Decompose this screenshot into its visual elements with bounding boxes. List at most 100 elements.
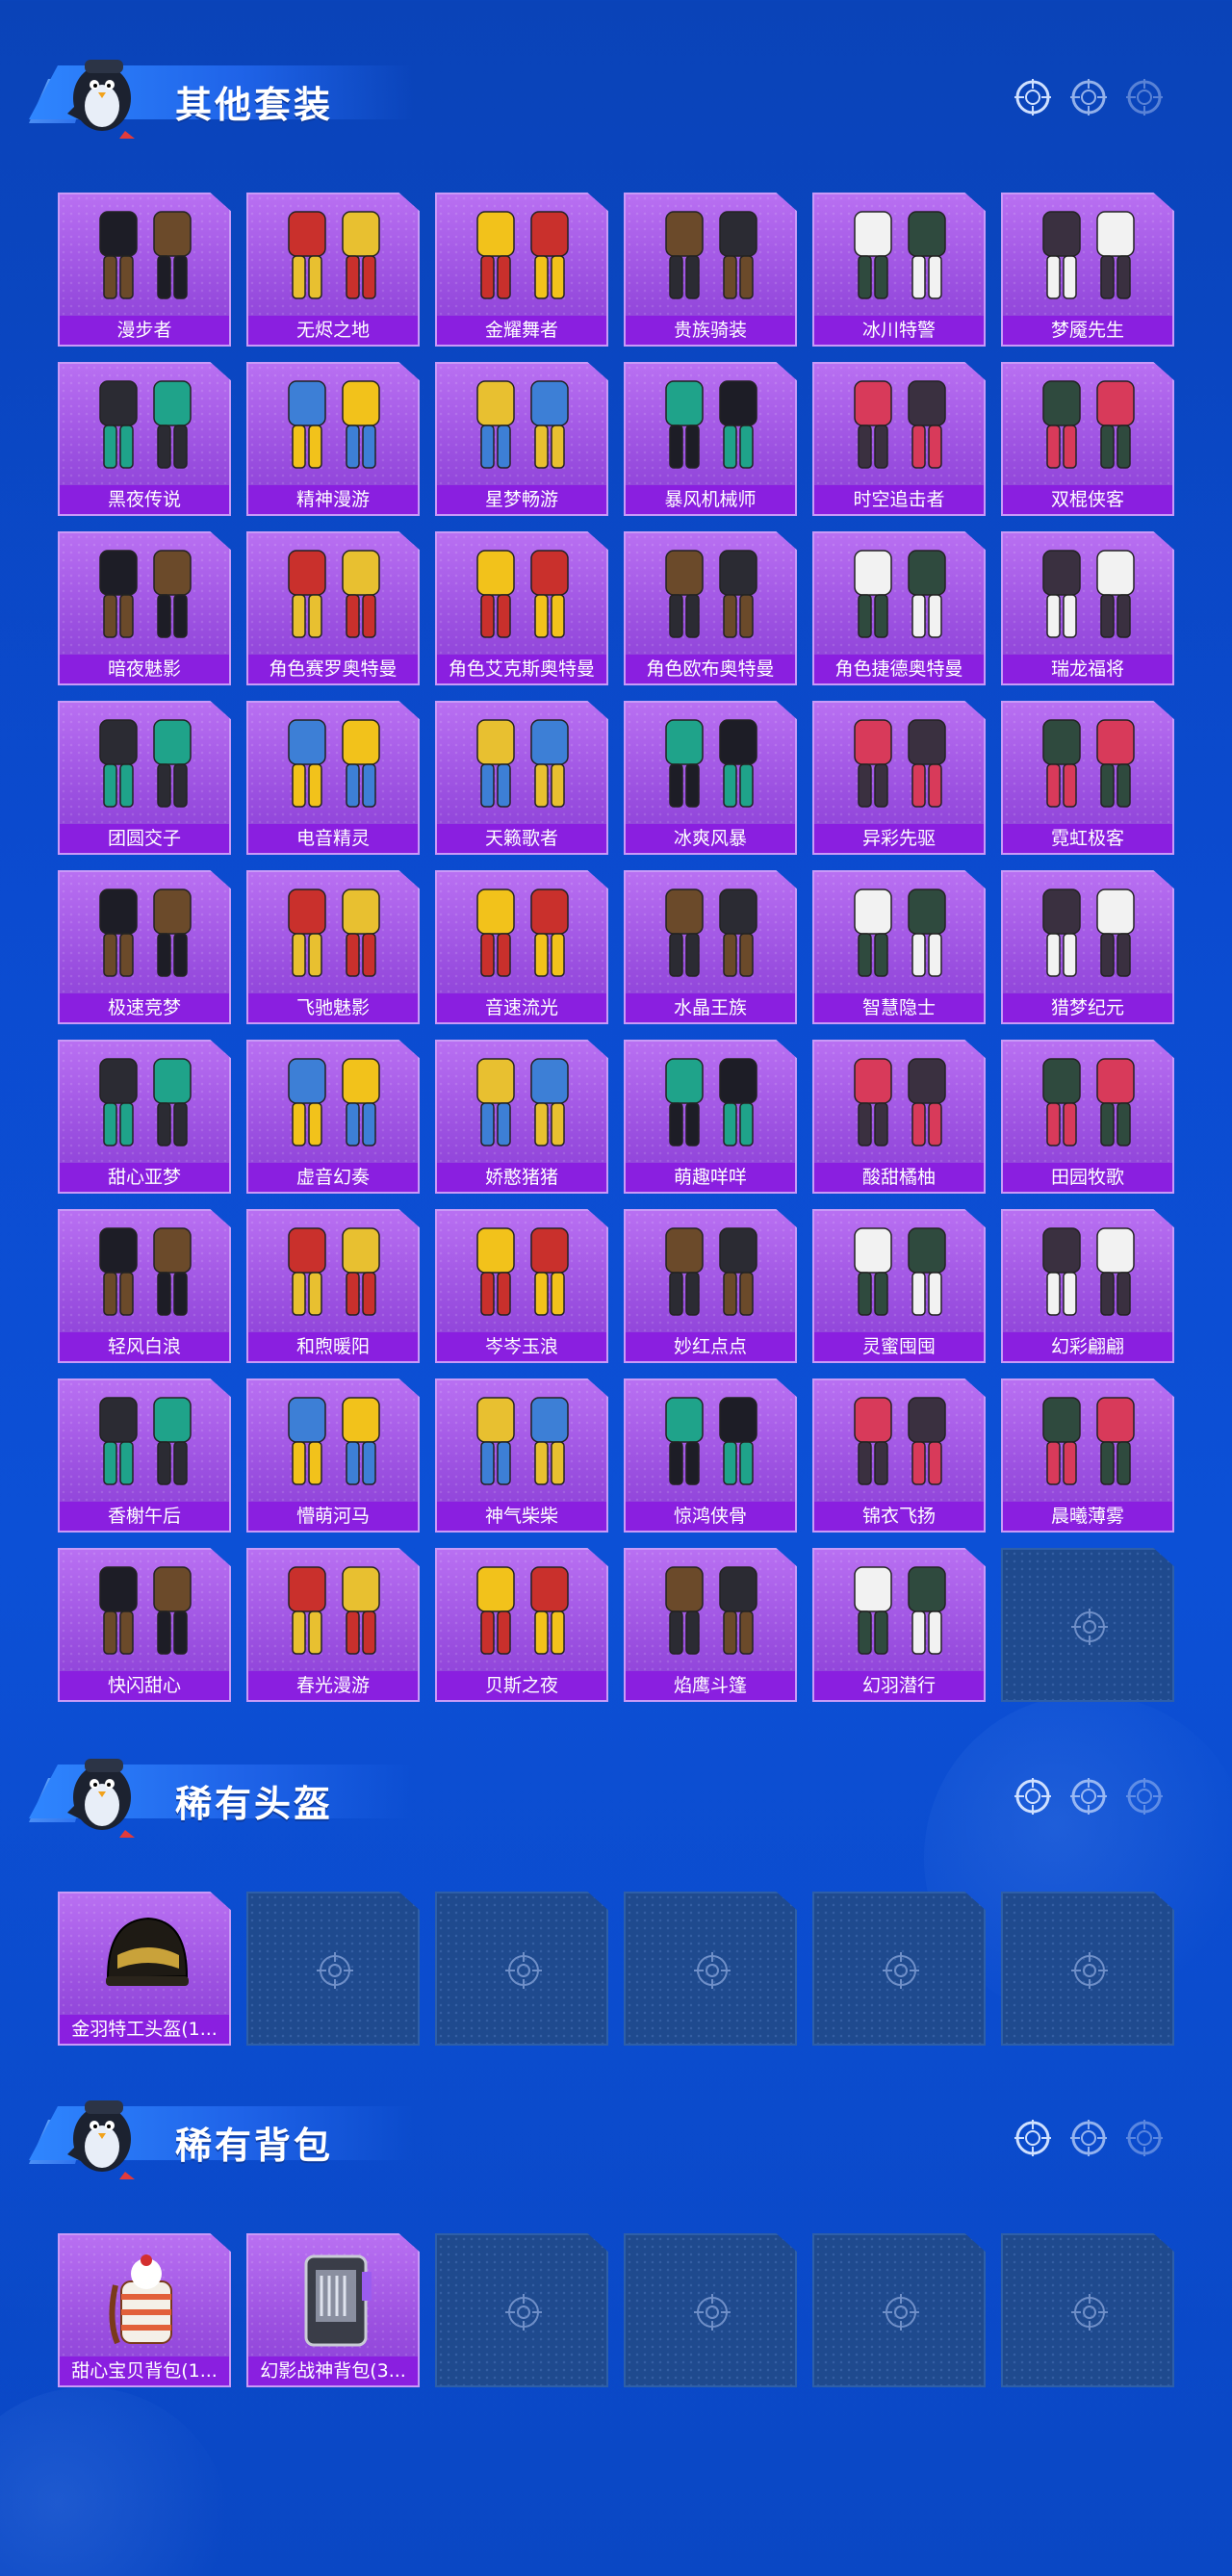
outfit-card[interactable]: 幻羽潜行	[812, 1548, 986, 1702]
outfit-card[interactable]: 飞驰魅影	[246, 870, 420, 1024]
item-label: 极速竞梦	[60, 993, 229, 1022]
outfit-card[interactable]: 萌趣咩咩	[624, 1040, 797, 1194]
outfit-icon	[288, 719, 380, 808]
outfit-card[interactable]: 时空追击者	[812, 362, 986, 516]
outfit-icon	[99, 1227, 192, 1316]
penguin-mascot-icon	[67, 2100, 135, 2179]
item-label: 萌趣咩咩	[626, 1163, 795, 1192]
outfit-card[interactable]: 角色艾克斯奥特曼	[435, 531, 608, 685]
empty-slot	[1001, 1548, 1174, 1702]
outfit-card[interactable]: 快闪甜心	[58, 1548, 231, 1702]
outfit-card[interactable]: 妙红点点	[624, 1209, 797, 1363]
outfit-card[interactable]: 金耀舞者	[435, 193, 608, 347]
outfit-card[interactable]: 锦衣飞扬	[812, 1378, 986, 1533]
outfit-card[interactable]: 水晶王族	[624, 870, 797, 1024]
outfit-icon	[665, 1227, 757, 1316]
backpack-card[interactable]: 幻影战神背包(3...	[246, 2233, 420, 2387]
item-label: 春光漫游	[248, 1671, 418, 1700]
outfit-card[interactable]: 角色欧布奥特曼	[624, 531, 797, 685]
outfit-card[interactable]: 娇憨猪猪	[435, 1040, 608, 1194]
outfit-card[interactable]: 贵族骑装	[624, 193, 797, 347]
outfit-card[interactable]: 甜心亚梦	[58, 1040, 231, 1194]
outfit-icon	[665, 1566, 757, 1655]
outfit-card[interactable]: 黑夜传说	[58, 362, 231, 516]
outfit-card[interactable]: 焰鹰斗篷	[624, 1548, 797, 1702]
outfit-card[interactable]: 暴风机械师	[624, 362, 797, 516]
outfit-card[interactable]: 双棍侠客	[1001, 362, 1174, 516]
outfit-icon	[99, 1566, 192, 1655]
outfit-card[interactable]: 和煦暖阳	[246, 1209, 420, 1363]
outfit-card[interactable]: 晨曦薄雾	[1001, 1378, 1174, 1533]
outfit-card[interactable]: 异彩先驱	[812, 701, 986, 855]
outfit-card[interactable]: 贝斯之夜	[435, 1548, 608, 1702]
item-label: 金耀舞者	[437, 316, 606, 345]
section-header: 稀有背包	[29, 2079, 1203, 2185]
outfit-card[interactable]: 酸甜橘柚	[812, 1040, 986, 1194]
item-label: 虚音幻奏	[248, 1163, 418, 1192]
item-label: 晨曦薄雾	[1003, 1502, 1172, 1531]
bubble-decoration	[0, 2387, 231, 2576]
crosshair-target-icon	[883, 1952, 919, 1989]
outfit-card[interactable]: 冰川特警	[812, 193, 986, 347]
crosshair-target-icon	[1071, 1952, 1108, 1989]
item-label: 甜心宝贝背包(1...	[60, 2357, 229, 2385]
item-label: 冰爽风暴	[626, 824, 795, 853]
outfit-card[interactable]: 灵蜜囤囤	[812, 1209, 986, 1363]
crosshair-target-icon	[1014, 1778, 1051, 1815]
helmet-card[interactable]: 金羽特工头盔(1...	[58, 1892, 231, 2046]
outfit-card[interactable]: 团圆交子	[58, 701, 231, 855]
item-label: 时空追击者	[814, 485, 984, 514]
backpack-card[interactable]: 甜心宝贝背包(1...	[58, 2233, 231, 2387]
empty-slot	[435, 1892, 608, 2046]
item-label: 团圆交子	[60, 824, 229, 853]
outfit-card[interactable]: 懵萌河马	[246, 1378, 420, 1533]
item-label: 贵族骑装	[626, 316, 795, 345]
outfit-card[interactable]: 幻彩翩翩	[1001, 1209, 1174, 1363]
crosshair-target-icon	[883, 2294, 919, 2331]
outfit-card[interactable]: 霓虹极客	[1001, 701, 1174, 855]
outfit-card[interactable]: 梦魇先生	[1001, 193, 1174, 347]
outfit-icon	[854, 1397, 946, 1485]
outfits-grid: 漫步者 无烬之地 金耀舞者 贵族骑装 冰川特警 梦魇先生黑夜传说 精神漫游 星梦畅游 暴风机械师…	[58, 193, 1174, 1702]
outfit-icon	[476, 211, 569, 299]
empty-slot	[624, 2233, 797, 2387]
outfit-icon	[854, 380, 946, 469]
item-label: 水晶王族	[626, 993, 795, 1022]
outfit-card[interactable]: 角色捷德奥特曼	[812, 531, 986, 685]
outfit-icon	[99, 1397, 192, 1485]
outfit-icon	[1042, 719, 1135, 808]
outfit-card[interactable]: 漫步者	[58, 193, 231, 347]
outfit-card[interactable]: 天籁歌者	[435, 701, 608, 855]
empty-slot	[435, 2233, 608, 2387]
outfit-card[interactable]: 精神漫游	[246, 362, 420, 516]
item-label: 岑岑玉浪	[437, 1332, 606, 1361]
item-label: 暗夜魅影	[60, 655, 229, 683]
outfit-card[interactable]: 电音精灵	[246, 701, 420, 855]
outfit-card[interactable]: 瑞龙福将	[1001, 531, 1174, 685]
outfit-card[interactable]: 神气柴柴	[435, 1378, 608, 1533]
outfit-card[interactable]: 香榭午后	[58, 1378, 231, 1533]
outfit-card[interactable]: 无烬之地	[246, 193, 420, 347]
section-header: 其他套装	[29, 39, 1203, 144]
crosshair-target-icon	[1071, 2294, 1108, 2331]
outfit-card[interactable]: 春光漫游	[246, 1548, 420, 1702]
outfit-card[interactable]: 音速流光	[435, 870, 608, 1024]
outfit-card[interactable]: 惊鸿侠骨	[624, 1378, 797, 1533]
outfit-card[interactable]: 岑岑玉浪	[435, 1209, 608, 1363]
outfit-card[interactable]: 田园牧歌	[1001, 1040, 1174, 1194]
outfit-card[interactable]: 暗夜魅影	[58, 531, 231, 685]
outfit-icon	[476, 380, 569, 469]
outfit-card[interactable]: 角色赛罗奥特曼	[246, 531, 420, 685]
outfit-card[interactable]: 虚音幻奏	[246, 1040, 420, 1194]
outfit-card[interactable]: 星梦畅游	[435, 362, 608, 516]
outfit-card[interactable]: 极速竞梦	[58, 870, 231, 1024]
item-label: 霓虹极客	[1003, 824, 1172, 853]
outfit-icon	[665, 719, 757, 808]
outfit-card[interactable]: 智慧隐士	[812, 870, 986, 1024]
outfit-card[interactable]: 轻风白浪	[58, 1209, 231, 1363]
item-label: 梦魇先生	[1003, 316, 1172, 345]
outfit-card[interactable]: 冰爽风暴	[624, 701, 797, 855]
item-label: 无烬之地	[248, 316, 418, 345]
outfit-card[interactable]: 猎梦纪元	[1001, 870, 1174, 1024]
crosshair-target-icon	[1126, 2120, 1163, 2156]
